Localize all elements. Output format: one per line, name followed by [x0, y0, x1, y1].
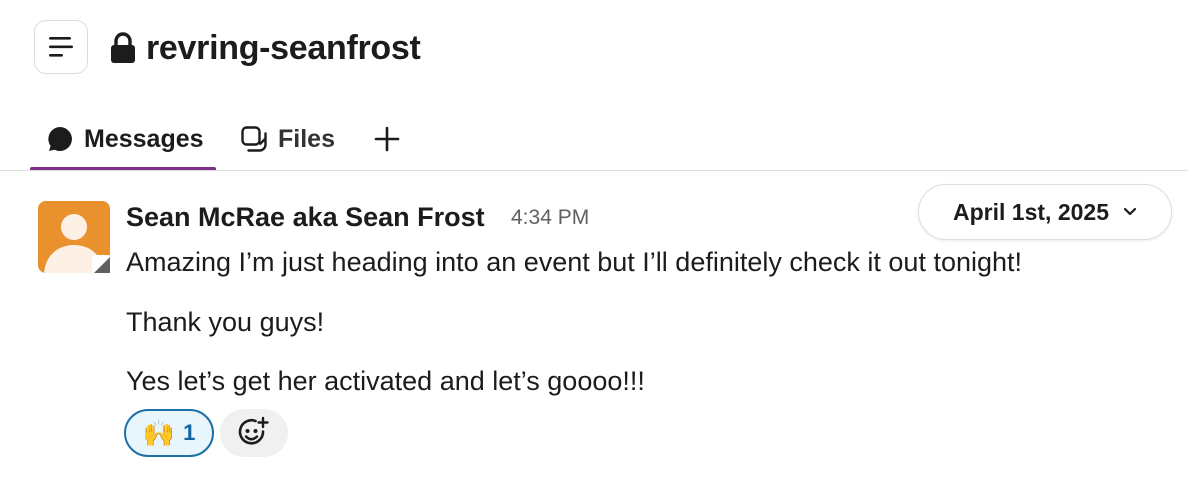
message-text: Amazing I’m just heading into an event b…	[126, 247, 1023, 277]
tab-messages-label: Messages	[84, 124, 204, 153]
reaction-count: 1	[183, 420, 196, 445]
presence-indicator	[92, 255, 112, 275]
date-label: April 1st, 2025	[953, 198, 1109, 225]
add-emoji-icon	[238, 416, 269, 445]
tab-messages[interactable]: Messages	[30, 108, 216, 170]
files-icon	[240, 125, 268, 153]
message-timestamp[interactable]: 4:34 PM	[511, 204, 589, 232]
list-icon	[49, 37, 73, 57]
tab-files[interactable]: Files	[240, 108, 335, 170]
channel-tabs: Messages Files	[0, 108, 1188, 172]
channel-title[interactable]: revring-seanfrost	[146, 26, 421, 70]
reaction-raised-hands[interactable]: 🙌 1	[124, 409, 214, 457]
plus-icon	[374, 126, 400, 152]
add-tab-button[interactable]	[372, 108, 402, 170]
chevron-down-icon	[1123, 207, 1137, 217]
tab-files-label: Files	[278, 124, 335, 153]
chat-bubble-icon	[46, 125, 74, 153]
add-reaction-button[interactable]	[220, 409, 288, 457]
date-jump-button[interactable]: April 1st, 2025	[918, 184, 1172, 240]
raised-hands-emoji: 🙌	[142, 418, 176, 448]
message-sender[interactable]: Sean McRae aka Sean Frost	[126, 199, 485, 235]
lock-icon	[111, 32, 135, 63]
slack-channel-view: revring-seanfrost Messages Files April 1…	[0, 0, 1188, 488]
channel-header: revring-seanfrost	[0, 0, 1188, 100]
header-divider	[0, 170, 1188, 171]
message-text: Yes let’s get her activated and let’s go…	[126, 366, 645, 396]
sidebar-toggle-button[interactable]	[34, 20, 88, 74]
message-text: Thank you guys!	[126, 307, 325, 337]
